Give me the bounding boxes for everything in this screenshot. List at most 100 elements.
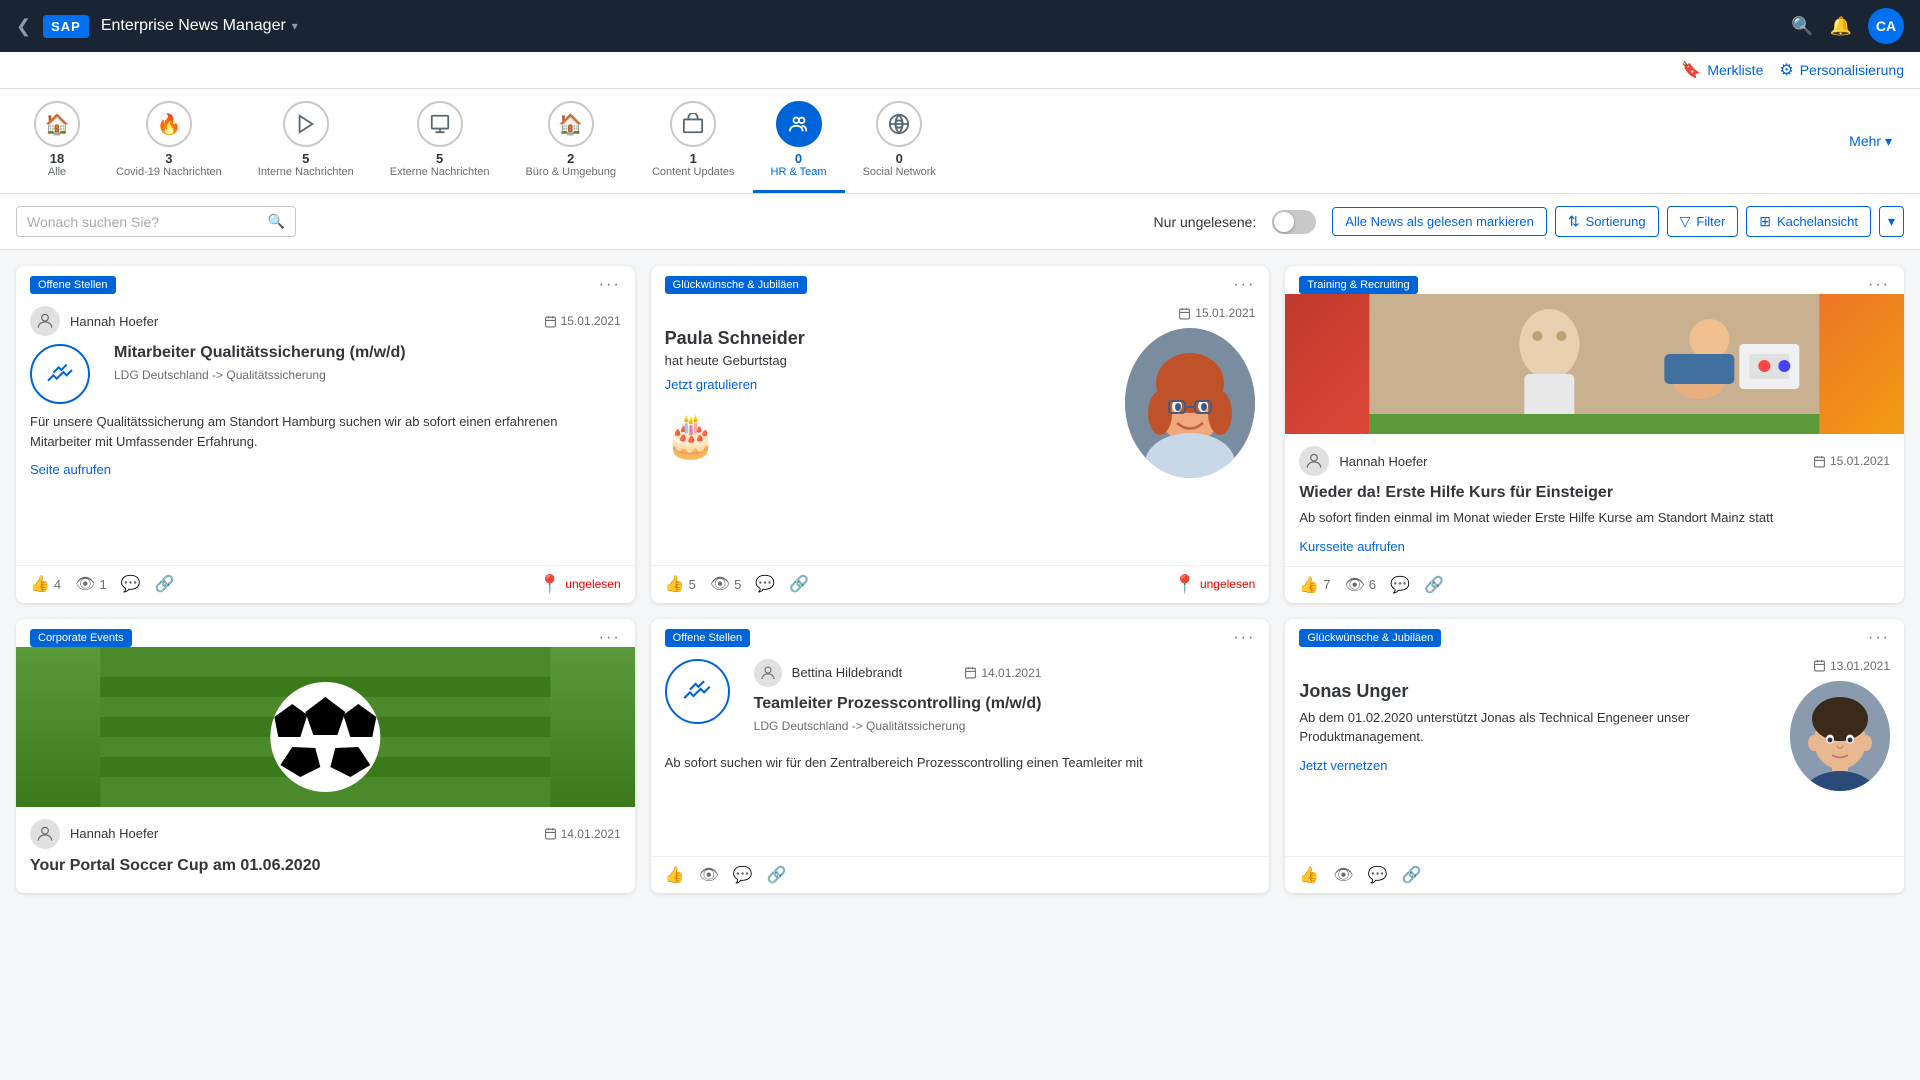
- cat-hr[interactable]: 0 HR & Team: [753, 89, 845, 193]
- comment-icon: 💬: [1368, 865, 1388, 885]
- cat-buero-label: Büro & Umgebung: [525, 166, 616, 178]
- vernetzen-link[interactable]: Jetzt vernetzen: [1299, 758, 1387, 773]
- notification-icon[interactable]: 🔔: [1830, 16, 1852, 37]
- view-count: 6: [1369, 577, 1376, 592]
- card-subtitle: LDG Deutschland -> Qualitätssicherung: [114, 368, 406, 382]
- like-button[interactable]: 👍: [1299, 865, 1319, 885]
- bookmark-action[interactable]: 🔗: [155, 574, 175, 594]
- card-avatar: [30, 819, 60, 849]
- comment-button[interactable]: 💬: [1368, 865, 1388, 885]
- cat-alle[interactable]: 🏠 18 Alle: [16, 89, 98, 193]
- search-icon[interactable]: 🔍: [268, 213, 285, 230]
- cat-covid-count: 3: [165, 151, 172, 166]
- card-author: Bettina Hildebrandt: [792, 665, 903, 680]
- cat-buero[interactable]: 🏠 2 Büro & Umgebung: [507, 89, 634, 193]
- bookmark-action[interactable]: 🔗: [789, 574, 809, 594]
- card-footer: 👍 5 👁 5 💬 🔗 📍 ungelesen: [651, 565, 1270, 603]
- expand-button[interactable]: ▾: [1879, 206, 1904, 237]
- card-mitarbeiter: Offene Stellen ··· Hannah Hoefer 15.01.2…: [16, 266, 635, 603]
- card-date: 15.01.2021: [544, 314, 621, 328]
- card-avatar: [754, 659, 782, 687]
- sort-icon: ⇅: [1568, 213, 1580, 230]
- gratulieren-link[interactable]: Jetzt gratulieren: [665, 377, 758, 392]
- card-image: [1285, 294, 1904, 434]
- unread-toggle[interactable]: [1272, 210, 1316, 234]
- card-meta: Hannah Hoefer 15.01.2021: [30, 306, 621, 336]
- comment-button[interactable]: 💬: [733, 865, 753, 885]
- cat-covid-label: Covid-19 Nachrichten: [116, 166, 222, 178]
- like-button[interactable]: 👍 5: [665, 574, 696, 594]
- cat-interne-icon: [283, 101, 329, 147]
- birthday-info: Paula Schneider hat heute Geburtstag Jet…: [665, 328, 1112, 461]
- merkliste-button[interactable]: 🔖 Merkliste: [1681, 60, 1763, 80]
- view-action: 👁: [1333, 865, 1353, 885]
- card-header: Offene Stellen ···: [16, 266, 635, 294]
- search-input[interactable]: [27, 214, 260, 230]
- search-icon[interactable]: 🔍: [1791, 16, 1813, 37]
- comment-button[interactable]: 💬: [1390, 575, 1410, 595]
- card-body: Hannah Hoefer 15.01.2021 Mitarbeiter Qua…: [16, 294, 635, 565]
- card-date: 15.01.2021: [1813, 454, 1890, 468]
- bookmark-action[interactable]: 🔗: [1424, 575, 1444, 595]
- card-date: 13.01.2021: [1813, 659, 1890, 673]
- mark-read-button[interactable]: Alle News als gelesen markieren: [1332, 207, 1547, 236]
- card-menu-button[interactable]: ···: [1868, 276, 1890, 294]
- card-menu-button[interactable]: ···: [599, 629, 621, 647]
- back-button[interactable]: ❮: [16, 16, 31, 37]
- view-icon: 👁: [1333, 865, 1353, 885]
- card-body: 15.01.2021 Paula Schneider hat heute Geb…: [651, 294, 1270, 565]
- view-button[interactable]: ⊞ Kachelansicht: [1746, 206, 1871, 237]
- filter-label: Filter: [1696, 214, 1725, 229]
- unread-badge: 📍 ungelesen: [1174, 574, 1256, 595]
- card-menu-button[interactable]: ···: [1233, 276, 1255, 294]
- cat-covid[interactable]: 🔥 3 Covid-19 Nachrichten: [98, 89, 240, 193]
- cat-content-label: Content Updates: [652, 166, 735, 178]
- cat-social-icon: [876, 101, 922, 147]
- bookmark-action[interactable]: 🔗: [767, 865, 787, 885]
- card-title: Wieder da! Erste Hilfe Kurs für Einsteig…: [1299, 484, 1890, 502]
- app-title: Enterprise News Manager ▾: [101, 17, 298, 35]
- card-link[interactable]: Seite aufrufen: [30, 462, 111, 477]
- card-menu-button[interactable]: ···: [599, 276, 621, 294]
- card-footer: 👍 👁 💬 🔗: [651, 856, 1270, 893]
- handshake-icon: [30, 344, 90, 404]
- card-menu-button[interactable]: ···: [1868, 629, 1890, 647]
- view-action: 👁 5: [710, 574, 742, 594]
- card-link[interactable]: Kursseite aufrufen: [1299, 539, 1405, 554]
- filter-button[interactable]: ▽ Filter: [1667, 206, 1739, 237]
- card-birthday-paula: Glückwünsche & Jubiläen ··· 15.01.2021 P…: [651, 266, 1270, 603]
- cat-content[interactable]: 1 Content Updates: [634, 89, 753, 193]
- like-icon: 👍: [1299, 865, 1319, 885]
- filter-icon: ▽: [1680, 213, 1691, 230]
- card-text: Für unsere Qualitätssicherung am Standor…: [30, 412, 621, 451]
- card-title: Teamleiter Prozesscontrolling (m/w/d): [754, 695, 1042, 713]
- app-title-chevron: ▾: [292, 19, 298, 33]
- sort-button[interactable]: ⇅ Sortierung: [1555, 206, 1659, 237]
- view-action: 👁 6: [1344, 575, 1376, 595]
- avatar-button[interactable]: CA: [1868, 8, 1904, 44]
- handshake-icon: [665, 659, 730, 724]
- card-body: Hannah Hoefer 15.01.2021 Wieder da! Erst…: [1285, 434, 1904, 566]
- more-categories-button[interactable]: Mehr ▾: [1837, 133, 1904, 150]
- card-tag: Offene Stellen: [665, 629, 751, 647]
- view-icon: 👁: [75, 574, 95, 594]
- comment-icon: 💬: [755, 574, 775, 594]
- card-author: Hannah Hoefer: [70, 314, 158, 329]
- comment-button[interactable]: 💬: [755, 574, 775, 594]
- cat-interne[interactable]: 5 Interne Nachrichten: [240, 89, 372, 193]
- comment-button[interactable]: 💬: [121, 574, 141, 594]
- card-meta: Hannah Hoefer 15.01.2021: [1299, 446, 1890, 476]
- like-button[interactable]: 👍: [665, 865, 685, 885]
- like-button[interactable]: 👍 7: [1299, 575, 1330, 595]
- mark-read-label: Alle News als gelesen markieren: [1345, 214, 1534, 229]
- personalisierung-button[interactable]: ⚙ Personalisierung: [1779, 60, 1904, 80]
- cat-social-count: 0: [896, 151, 903, 166]
- card-menu-button[interactable]: ···: [1233, 629, 1255, 647]
- bookmark-action[interactable]: 🔗: [1401, 865, 1421, 885]
- like-button[interactable]: 👍 4: [30, 574, 61, 594]
- card-soccer: Corporate Events ···: [16, 619, 635, 893]
- view-icon: 👁: [710, 574, 730, 594]
- cat-externe[interactable]: 5 Externe Nachrichten: [372, 89, 508, 193]
- cat-social[interactable]: 0 Social Network: [845, 89, 954, 193]
- cat-hr-count: 0: [795, 151, 802, 166]
